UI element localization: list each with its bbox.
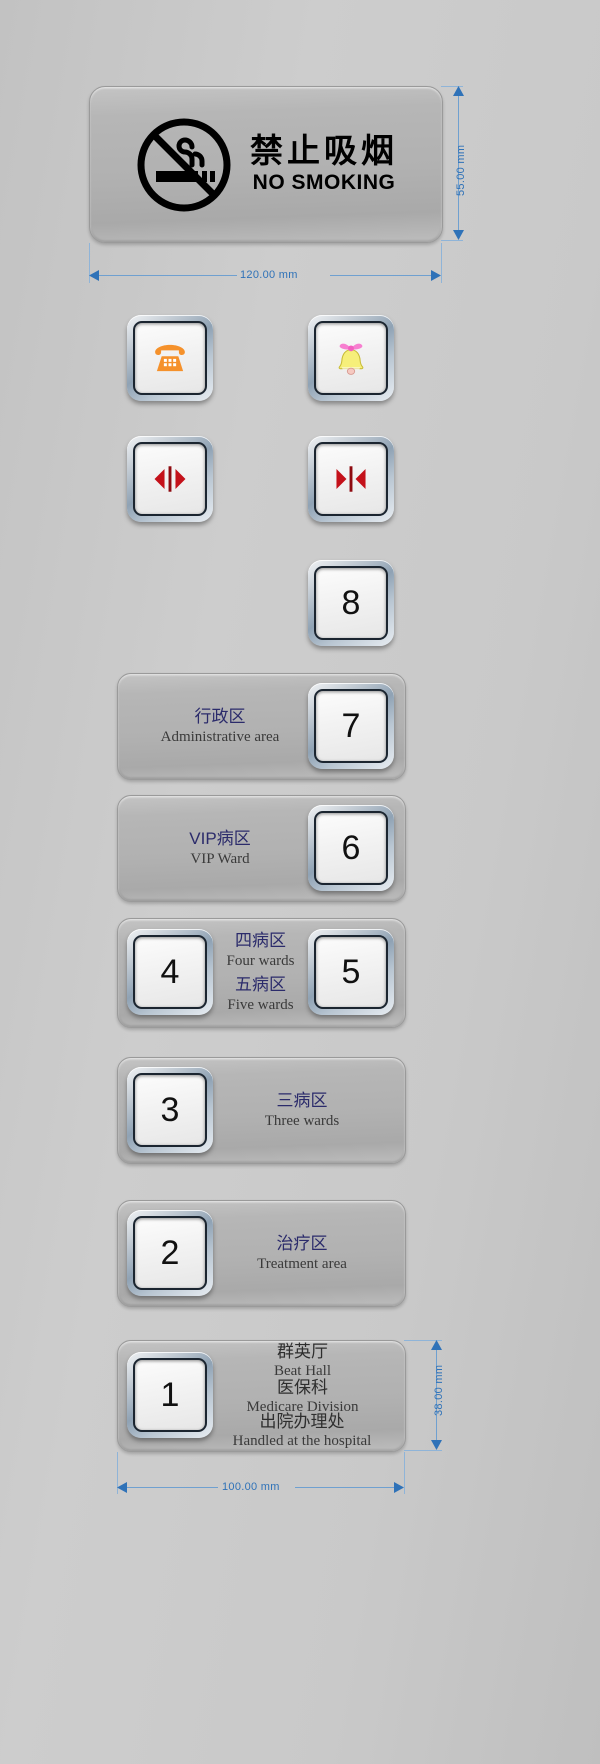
door-close-button[interactable]	[308, 436, 394, 522]
floor-label-4-en: Four wards	[226, 952, 295, 969]
telephone-icon	[155, 344, 185, 372]
floor-button-1[interactable]: 1	[127, 1352, 213, 1438]
floor-label-6-cn: VIP病区	[189, 829, 251, 849]
floor-button-8[interactable]: 8	[308, 560, 394, 646]
floor-number-8: 8	[341, 583, 361, 622]
door-open-icon	[154, 466, 186, 492]
floor-label-6: VIP病区 VIP Ward	[140, 822, 300, 874]
floor-button-3[interactable]: 3	[127, 1067, 213, 1153]
floor-label-1-cn-1: 群英厅	[277, 1341, 328, 1361]
dimension-label-sign-width: 120.00 mm	[240, 269, 298, 281]
floor-number-5: 5	[341, 952, 361, 991]
floor-label-1-line-1: 群英厅 Beat Hall	[205, 1342, 400, 1379]
bell-icon	[338, 343, 364, 375]
floor-label-2-en: Treatment area	[257, 1255, 347, 1272]
floor-button-2[interactable]: 2	[127, 1210, 213, 1296]
dimension-label-plate-height: 38.00 mm	[433, 1364, 445, 1416]
floor-label-3-cn: 三病区	[276, 1091, 328, 1111]
dimension-label-sign-height: 55.00 mm	[455, 144, 467, 196]
sign-english-text: NO SMOKING	[252, 171, 396, 195]
floor-label-5: 五病区 Five wards	[213, 972, 308, 1016]
floor-label-5-en: Five wards	[227, 996, 294, 1013]
floor-label-4-cn: 四病区	[235, 931, 286, 951]
floor-number-2: 2	[160, 1233, 180, 1272]
floor-button-5[interactable]: 5	[308, 929, 394, 1015]
floor-number-7: 7	[341, 706, 361, 745]
floor-label-6-en: VIP Ward	[190, 850, 250, 867]
floor-label-1-en-3: Handled at the hospital	[232, 1433, 372, 1450]
floor-label-1-cn-2: 医保科	[277, 1377, 328, 1397]
floor-number-4: 4	[160, 952, 180, 991]
floor-label-5-cn: 五病区	[235, 975, 286, 995]
phone-button[interactable]	[127, 315, 213, 401]
floor-label-7-cn: 行政区	[194, 707, 246, 727]
no-smoking-icon	[137, 118, 231, 211]
dimension-label-plate-width: 100.00 mm	[222, 1481, 280, 1493]
floor-label-7: 行政区 Administrative area	[140, 700, 300, 752]
sign-chinese-text: 禁止吸烟	[250, 132, 398, 170]
door-open-button[interactable]	[127, 436, 213, 522]
bell-button[interactable]	[308, 315, 394, 401]
floor-label-7-en: Administrative area	[160, 728, 280, 745]
no-smoking-sign: 禁止吸烟 NO SMOKING	[89, 86, 443, 243]
floor-label-4: 四病区 Four wards	[213, 928, 308, 972]
floor-number-1: 1	[160, 1375, 180, 1414]
floor-button-6[interactable]: 6	[308, 805, 394, 891]
floor-label-1-line-2: 医保科 Medicare Division	[205, 1378, 400, 1415]
floor-label-2: 治疗区 Treatment area	[222, 1227, 382, 1279]
floor-button-7[interactable]: 7	[308, 683, 394, 769]
floor-button-4[interactable]: 4	[127, 929, 213, 1015]
floor-label-3: 三病区 Three wards	[222, 1084, 382, 1136]
drawing-canvas: 禁止吸烟 NO SMOKING 55.00 mm 120.00 mm 8 行政区…	[0, 0, 600, 1764]
floor-label-2-cn: 治疗区	[276, 1234, 328, 1254]
door-close-icon	[336, 466, 366, 492]
floor-number-3: 3	[160, 1090, 180, 1129]
floor-label-3-en: Three wards	[264, 1112, 340, 1129]
floor-label-1-cn-3: 出院办理处	[259, 1411, 345, 1431]
floor-number-6: 6	[341, 828, 361, 867]
floor-label-1-line-3: 出院办理处 Handled at the hospital	[197, 1412, 407, 1449]
